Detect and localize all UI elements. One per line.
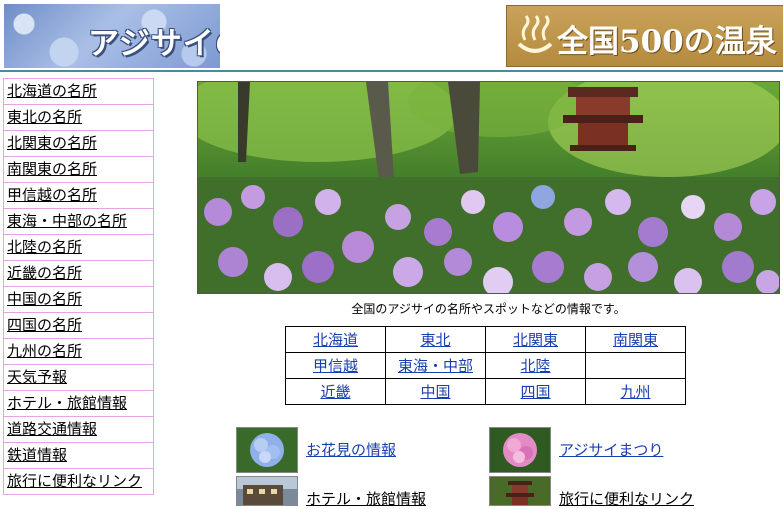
sidebar-item-travel-links[interactable]: 旅行に便利なリンク <box>4 469 153 495</box>
region-link-chugoku[interactable]: 中国 <box>420 383 450 401</box>
sidebar-link[interactable]: 四国の名所 <box>7 316 82 334</box>
sidebar-link[interactable]: 北関東の名所 <box>7 134 97 152</box>
sidebar-link[interactable]: 東海・中部の名所 <box>7 212 127 230</box>
hydrangea-garden-photo <box>197 81 780 294</box>
sidebar-item-kinki[interactable]: 近畿の名所 <box>4 261 153 287</box>
region-cell: 北関東 <box>485 326 586 353</box>
region-link-table: 北海道 東北 北関東 南関東 甲信越 東海・中部 北陸 近畿 中国 四国 九州 <box>285 326 686 405</box>
region-link-hokkaido[interactable]: 北海道 <box>313 331 358 349</box>
feature-link-travel[interactable]: 旅行に便利なリンク <box>559 488 694 509</box>
sidebar-link[interactable]: 甲信越の名所 <box>7 186 97 204</box>
sidebar-item-hokuriku[interactable]: 北陸の名所 <box>4 235 153 261</box>
region-cell: 北陸 <box>485 352 586 379</box>
sidebar-link[interactable]: 旅行に便利なリンク <box>7 472 142 490</box>
sidebar-link[interactable]: 道路交通情報 <box>7 420 97 438</box>
sidebar-item-hotel[interactable]: ホテル・旅館情報 <box>4 391 153 417</box>
region-cell: 九州 <box>585 378 686 405</box>
sidebar-link[interactable]: 九州の名所 <box>7 342 82 360</box>
sidebar-link[interactable]: 中国の名所 <box>7 290 82 308</box>
feature-link-ohanami[interactable]: お花見の情報 <box>306 439 396 460</box>
sidebar-link[interactable]: 北陸の名所 <box>7 238 82 256</box>
sidebar-link[interactable]: 南関東の名所 <box>7 160 97 178</box>
feature-link-festival[interactable]: アジサイまつり <box>559 439 663 460</box>
sidebar-link[interactable]: 北海道の名所 <box>7 82 97 100</box>
region-link-koshinetsu[interactable]: 甲信越 <box>313 357 358 375</box>
region-link-tokai-chubu[interactable]: 東海・中部 <box>398 357 473 375</box>
sidebar-item-hokkaido[interactable]: 北海道の名所 <box>4 79 153 105</box>
sidebar-item-tohoku[interactable]: 東北の名所 <box>4 105 153 131</box>
region-cell: 中国 <box>385 378 486 405</box>
sidebar-link[interactable]: 鉄道情報 <box>7 446 67 464</box>
temple-thumb[interactable] <box>489 476 551 506</box>
pink-hydrangea-thumb[interactable] <box>489 427 551 473</box>
sidebar-item-minamikanto[interactable]: 南関東の名所 <box>4 157 153 183</box>
sidebar-link[interactable]: 天気予報 <box>7 368 67 386</box>
region-link-kitakanto[interactable]: 北関東 <box>513 331 558 349</box>
region-cell: 近畿 <box>285 378 386 405</box>
sidebar-item-tokai-chubu[interactable]: 東海・中部の名所 <box>4 209 153 235</box>
region-cell: 甲信越 <box>285 352 386 379</box>
feature-link-hotel[interactable]: ホテル・旅館情報 <box>306 488 426 509</box>
site-title: アジサイの名所 <box>88 26 220 62</box>
region-cell: 東北 <box>385 326 486 353</box>
sidebar-item-weather[interactable]: 天気予報 <box>4 365 153 391</box>
sidebar-link[interactable]: 東北の名所 <box>7 108 82 126</box>
region-link-kinki[interactable]: 近畿 <box>320 383 350 401</box>
region-link-tohoku[interactable]: 東北 <box>420 331 450 349</box>
blue-hydrangea-thumb[interactable] <box>236 427 298 473</box>
onsen-icon <box>517 15 553 53</box>
page-caption: 全国のアジサイの名所やスポットなどの情報です。 <box>351 302 626 316</box>
sidebar-link[interactable]: ホテル・旅館情報 <box>7 394 127 412</box>
sidebar-nav: 北海道の名所 東北の名所 北関東の名所 南関東の名所 甲信越の名所 東海・中部の… <box>3 78 154 495</box>
sidebar-item-kyushu[interactable]: 九州の名所 <box>4 339 153 365</box>
onsen-banner-ad[interactable]: 全国500の温泉 <box>506 5 783 67</box>
region-cell: 北海道 <box>285 326 386 353</box>
sidebar-item-railway[interactable]: 鉄道情報 <box>4 443 153 469</box>
sidebar-link[interactable]: 近畿の名所 <box>7 264 82 282</box>
sidebar-item-koshinetsu[interactable]: 甲信越の名所 <box>4 183 153 209</box>
region-cell-empty <box>585 352 686 379</box>
region-link-kyushu[interactable]: 九州 <box>620 383 650 401</box>
sidebar-item-road-traffic[interactable]: 道路交通情報 <box>4 417 153 443</box>
region-link-minamikanto[interactable]: 南関東 <box>613 331 658 349</box>
hydrangea-garden-image <box>198 82 779 293</box>
region-cell: 東海・中部 <box>385 352 486 379</box>
site-logo[interactable]: アジサイの名所 <box>4 4 220 68</box>
onsen-banner-text: 全国500の温泉 <box>557 24 777 60</box>
sidebar-item-kitakanto[interactable]: 北関東の名所 <box>4 131 153 157</box>
sidebar-item-chugoku[interactable]: 中国の名所 <box>4 287 153 313</box>
region-link-hokuriku[interactable]: 北陸 <box>520 357 550 375</box>
region-link-shikoku[interactable]: 四国 <box>520 383 550 401</box>
region-cell: 南関東 <box>585 326 686 353</box>
header-divider <box>0 70 783 72</box>
sidebar-item-shikoku[interactable]: 四国の名所 <box>4 313 153 339</box>
region-cell: 四国 <box>485 378 586 405</box>
hotel-thumb[interactable] <box>236 476 298 506</box>
